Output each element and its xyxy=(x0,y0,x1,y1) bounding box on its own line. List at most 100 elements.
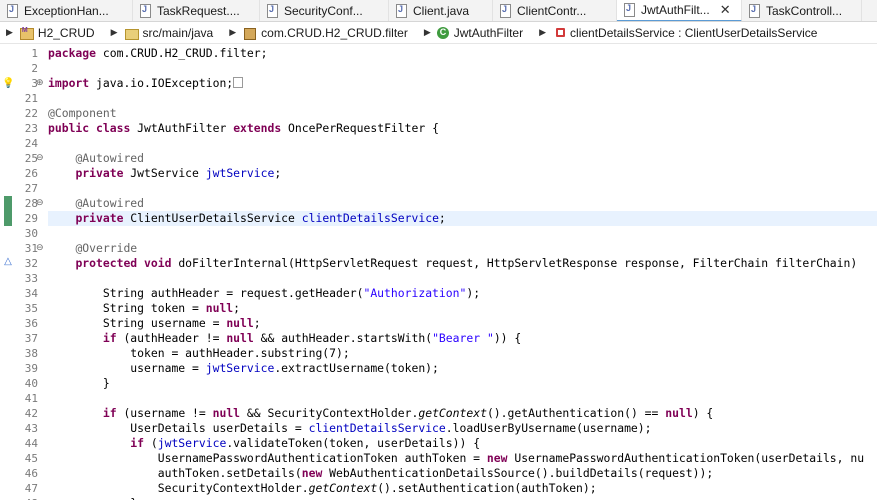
collapse-fold-icon[interactable]: ⊖ xyxy=(36,151,45,166)
code-line[interactable]: private JwtService jwtService; xyxy=(48,166,281,181)
line-number: 47 xyxy=(24,482,38,495)
line-number: 1 xyxy=(31,47,38,60)
collapse-fold-icon[interactable]: ⊖ xyxy=(36,196,45,211)
code-line[interactable]: UsernamePasswordAuthenticationToken auth… xyxy=(48,451,864,466)
line-number: 25 xyxy=(24,152,38,165)
close-icon[interactable]: ✕ xyxy=(720,2,731,18)
code-line[interactable]: UserDetails userDetails = clientDetailsS… xyxy=(48,421,651,436)
code-line[interactable]: @Autowired xyxy=(48,151,144,166)
code-line[interactable]: private ClientUserDetailsService clientD… xyxy=(48,211,877,226)
line-number: 46 xyxy=(24,467,38,480)
line-number-gutter: 1 2 3 ⊕ 21 22 23 24 25 ⊖ 26 27 28 ⊖ 29 30 31 ⊖ 32 33 34 35 36 3… xyxy=(14,45,44,500)
code-line[interactable]: String username = null; xyxy=(48,316,261,331)
line-number: 23 xyxy=(24,122,38,135)
line-number: 24 xyxy=(24,137,38,150)
line-number: 45 xyxy=(24,452,38,465)
private-field-icon xyxy=(556,28,566,37)
line-number: 26 xyxy=(24,167,38,180)
breadcrumb-separator-icon[interactable]: ▶ xyxy=(111,27,118,38)
line-number: 29 xyxy=(24,212,38,225)
line-number: 31 xyxy=(24,242,38,255)
line-number: 42 xyxy=(24,407,38,420)
line-number: 33 xyxy=(24,272,38,285)
line-number: 28 xyxy=(24,197,38,210)
code-line[interactable]: @Autowired xyxy=(48,196,144,211)
code-area[interactable]: package com.CRUD.H2_CRUD.filter;import j… xyxy=(48,45,877,500)
breadcrumb-separator-icon[interactable]: ▶ xyxy=(229,27,236,38)
breadcrumb-separator-icon[interactable]: ▶ xyxy=(539,27,546,38)
code-line[interactable]: username = jwtService.extractUsername(to… xyxy=(48,361,439,376)
tab-label: TaskRequest.... xyxy=(157,4,240,18)
breadcrumb-package[interactable]: com.CRUD.H2_CRUD.filter xyxy=(242,26,408,40)
line-number: 44 xyxy=(24,437,38,450)
tab-label: Client.java xyxy=(413,4,470,18)
line-number: 40 xyxy=(24,377,38,390)
line-number: 3 xyxy=(31,77,38,90)
line-number: 30 xyxy=(24,227,38,240)
tab-0[interactable]: ExceptionHan... xyxy=(0,0,133,21)
line-number: 22 xyxy=(24,107,38,120)
tab-4[interactable]: ClientContr... xyxy=(493,0,617,21)
tab-5[interactable]: JwtAuthFilt... ✕ xyxy=(617,0,742,21)
line-number: 2 xyxy=(31,62,38,75)
code-line[interactable]: @Override xyxy=(48,241,137,256)
expand-fold-icon[interactable]: ⊕ xyxy=(36,76,45,91)
breadcrumb-class[interactable]: JwtAuthFilter xyxy=(436,26,523,40)
tab-1[interactable]: TaskRequest.... xyxy=(133,0,260,21)
tab-label: TaskControll... xyxy=(766,4,843,18)
line-number: 32 xyxy=(24,257,38,270)
breadcrumb-member[interactable]: clientDetailsService : ClientUserDetails… xyxy=(552,26,817,40)
java-file-icon xyxy=(623,3,635,17)
code-line[interactable]: protected void doFilterInternal(HttpServ… xyxy=(48,256,857,271)
java-file-icon xyxy=(499,4,511,18)
code-line[interactable]: String authHeader = request.getHeader("A… xyxy=(48,286,480,301)
code-line[interactable]: if (jwtService.validateToken(token, user… xyxy=(48,436,480,451)
package-icon xyxy=(242,26,257,40)
collapse-fold-icon[interactable]: ⊖ xyxy=(36,241,45,256)
java-file-icon xyxy=(139,4,151,18)
line-number: 41 xyxy=(24,392,38,405)
tab-label: JwtAuthFilt... xyxy=(641,3,710,17)
code-line[interactable]: authToken.setDetails(new WebAuthenticati… xyxy=(48,466,714,481)
line-number: 43 xyxy=(24,422,38,435)
tab-label: SecurityConf... xyxy=(284,4,363,18)
line-number: 21 xyxy=(24,92,38,105)
code-line[interactable]: @Component xyxy=(48,106,117,121)
breadcrumb: ▶ H2_CRUD ▶ src/main/java ▶ com.CRUD.H2_… xyxy=(0,22,877,44)
tab-3[interactable]: Client.java xyxy=(389,0,493,21)
collapse-arrow-icon[interactable]: ▶ xyxy=(6,27,13,38)
code-line[interactable]: token = authHeader.substring(7); xyxy=(48,346,349,361)
code-line[interactable]: if (authHeader != null && authHeader.sta… xyxy=(48,331,521,346)
tab-6[interactable]: TaskControll... xyxy=(742,0,862,21)
line-number: 37 xyxy=(24,332,38,345)
tab-2[interactable]: SecurityConf... xyxy=(260,0,389,21)
java-file-icon xyxy=(266,4,278,18)
code-line[interactable]: String token = null; xyxy=(48,301,240,316)
code-line[interactable]: if (username != null && SecurityContextH… xyxy=(48,406,713,421)
line-number: 48 xyxy=(10,496,38,500)
code-line[interactable]: } xyxy=(48,496,137,500)
breadcrumb-project[interactable]: H2_CRUD xyxy=(19,26,95,40)
java-file-icon xyxy=(748,4,760,18)
code-line[interactable]: package com.CRUD.H2_CRUD.filter; xyxy=(48,46,267,61)
maven-project-icon xyxy=(19,26,34,40)
code-line[interactable]: SecurityContextHolder.getContext().setAu… xyxy=(48,481,597,496)
source-folder-icon xyxy=(124,26,139,40)
code-line[interactable]: public class JwtAuthFilter extends OnceP… xyxy=(48,121,439,136)
line-number: 36 xyxy=(24,317,38,330)
tab-label: ExceptionHan... xyxy=(24,4,109,18)
breadcrumb-source-folder[interactable]: src/main/java xyxy=(124,26,213,40)
code-editor[interactable]: 💡 △ 1 2 3 ⊕ 21 22 23 24 25 ⊖ 26 27 28 ⊖ 29 30 31 ⊖ 32 33 34 3… xyxy=(0,45,877,500)
editor-tab-bar: ExceptionHan... TaskRequest.... SecurityCo… xyxy=(0,0,877,22)
line-number: 34 xyxy=(24,287,38,300)
code-line[interactable]: import java.io.IOException; xyxy=(48,76,244,91)
line-number: 27 xyxy=(24,182,38,195)
line-number: 35 xyxy=(24,302,38,315)
java-file-icon xyxy=(395,4,407,18)
class-icon xyxy=(436,26,449,39)
line-number: 38 xyxy=(24,347,38,360)
java-file-icon xyxy=(6,4,18,18)
line-number: 39 xyxy=(24,362,38,375)
breadcrumb-separator-icon[interactable]: ▶ xyxy=(424,27,431,38)
code-line[interactable]: } xyxy=(48,376,110,391)
